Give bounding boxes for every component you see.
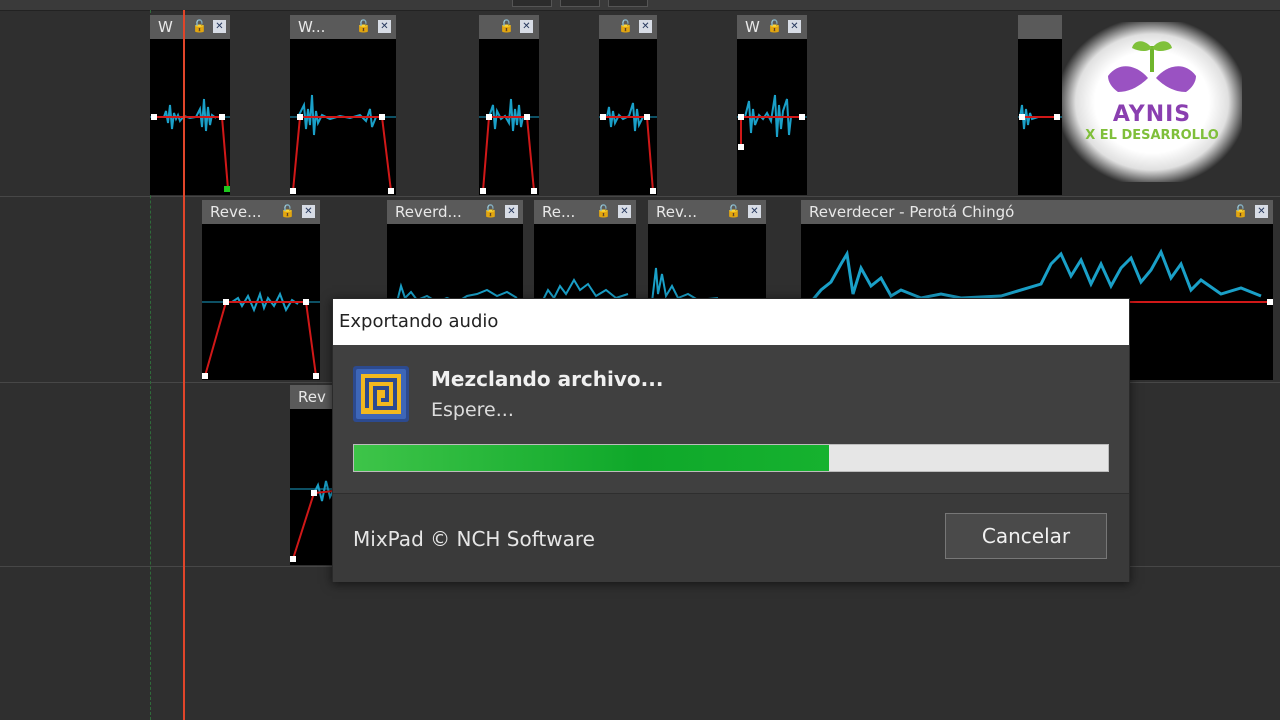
dialog-title: Exportando audio — [339, 311, 499, 332]
lock-icon[interactable]: 🔓 — [280, 205, 295, 218]
channel-logo: AYNIS X EL DESARROLLO — [1062, 22, 1242, 182]
clip-header[interactable]: 🔓 ✕ — [479, 15, 539, 39]
logo-title: AYNIS — [1112, 102, 1192, 127]
waveform — [150, 39, 230, 195]
clip-header[interactable]: W 🔓 ✕ — [150, 15, 230, 39]
export-progress-bar — [353, 444, 1109, 472]
clip-header[interactable]: W 🔓 ✕ — [737, 15, 807, 39]
export-dialog: Exportando audio Mezclando archivo... Es… — [332, 298, 1130, 582]
track-separator — [0, 196, 1280, 197]
clip-header[interactable]: W... 🔓 ✕ — [290, 15, 396, 39]
waveform — [202, 224, 320, 380]
close-icon[interactable]: ✕ — [639, 20, 652, 33]
clip-header[interactable] — [1018, 15, 1062, 39]
clip-title: Rev... — [656, 203, 697, 221]
clip-title: Reve... — [210, 203, 262, 221]
mixpad-app-icon — [353, 366, 409, 422]
status-heading: Mezclando archivo... — [431, 367, 664, 391]
close-icon[interactable]: ✕ — [302, 205, 315, 218]
lock-icon[interactable]: 🔓 — [192, 20, 207, 33]
close-icon[interactable]: ✕ — [748, 205, 761, 218]
close-icon[interactable]: ✕ — [618, 205, 631, 218]
audio-clip[interactable]: W 🔓 ✕ — [737, 15, 807, 195]
audio-clip[interactable] — [1018, 15, 1062, 195]
lock-icon[interactable]: 🔓 — [596, 205, 611, 218]
lock-icon[interactable]: 🔓 — [767, 20, 782, 33]
clip-title: Reverd... — [395, 203, 462, 221]
waveform — [737, 39, 807, 195]
toolbar-button[interactable] — [560, 0, 600, 7]
close-icon[interactable]: ✕ — [505, 205, 518, 218]
close-icon[interactable]: ✕ — [1255, 205, 1268, 218]
dialog-titlebar[interactable]: Exportando audio — [333, 299, 1129, 345]
toolbar-button[interactable] — [512, 0, 552, 7]
close-icon[interactable]: ✕ — [520, 20, 533, 33]
audio-clip[interactable]: Reve... 🔓 ✕ — [202, 200, 320, 380]
clip-title: W — [158, 18, 173, 36]
clip-title: Rev — [298, 388, 326, 406]
clip-title: Re... — [542, 203, 576, 221]
close-icon[interactable]: ✕ — [788, 20, 801, 33]
close-icon[interactable]: ✕ — [213, 20, 226, 33]
toolbar-button[interactable] — [608, 0, 648, 7]
audio-clip[interactable]: 🔓 ✕ — [599, 15, 657, 195]
clip-header[interactable]: Reverdecer - Perotá Chingó 🔓 ✕ — [801, 200, 1273, 224]
clip-title: W... — [298, 18, 326, 36]
lock-icon[interactable]: 🔓 — [726, 205, 741, 218]
waveform — [290, 39, 396, 195]
lock-icon[interactable]: 🔓 — [356, 20, 371, 33]
audio-clip[interactable]: 🔓 ✕ — [479, 15, 539, 195]
lock-icon[interactable]: 🔓 — [483, 205, 498, 218]
clip-header[interactable]: Reverd... 🔓 ✕ — [387, 200, 523, 224]
clip-title: Reverdecer - Perotá Chingó — [809, 203, 1015, 221]
brand-label: MixPad © NCH Software — [353, 527, 595, 551]
clip-header[interactable]: Rev... 🔓 ✕ — [648, 200, 766, 224]
lock-icon[interactable]: 🔓 — [618, 20, 633, 33]
waveform — [1018, 39, 1062, 195]
lock-icon[interactable]: 🔓 — [499, 20, 514, 33]
waveform — [599, 39, 657, 195]
lock-icon[interactable]: 🔓 — [1233, 205, 1248, 218]
waveform — [290, 409, 334, 565]
progress-fill — [354, 445, 830, 471]
clip-header[interactable]: Rev — [290, 385, 334, 409]
hands-sprout-icon — [1108, 41, 1196, 92]
status-message: Espere... — [431, 399, 514, 421]
close-icon[interactable]: ✕ — [378, 20, 391, 33]
audio-clip[interactable]: Rev — [290, 385, 334, 565]
playhead[interactable] — [183, 10, 185, 720]
waveform — [479, 39, 539, 195]
clip-header[interactable]: 🔓 ✕ — [599, 15, 657, 39]
audio-clip[interactable]: W 🔓 ✕ — [150, 15, 230, 195]
audio-clip[interactable]: W... 🔓 ✕ — [290, 15, 396, 195]
clip-title: W — [745, 18, 760, 36]
clip-header[interactable]: Re... 🔓 ✕ — [534, 200, 636, 224]
cancel-button[interactable]: Cancelar — [945, 513, 1107, 559]
clip-header[interactable]: Reve... 🔓 ✕ — [202, 200, 320, 224]
logo-subtitle: X EL DESARROLLO — [1085, 128, 1219, 143]
